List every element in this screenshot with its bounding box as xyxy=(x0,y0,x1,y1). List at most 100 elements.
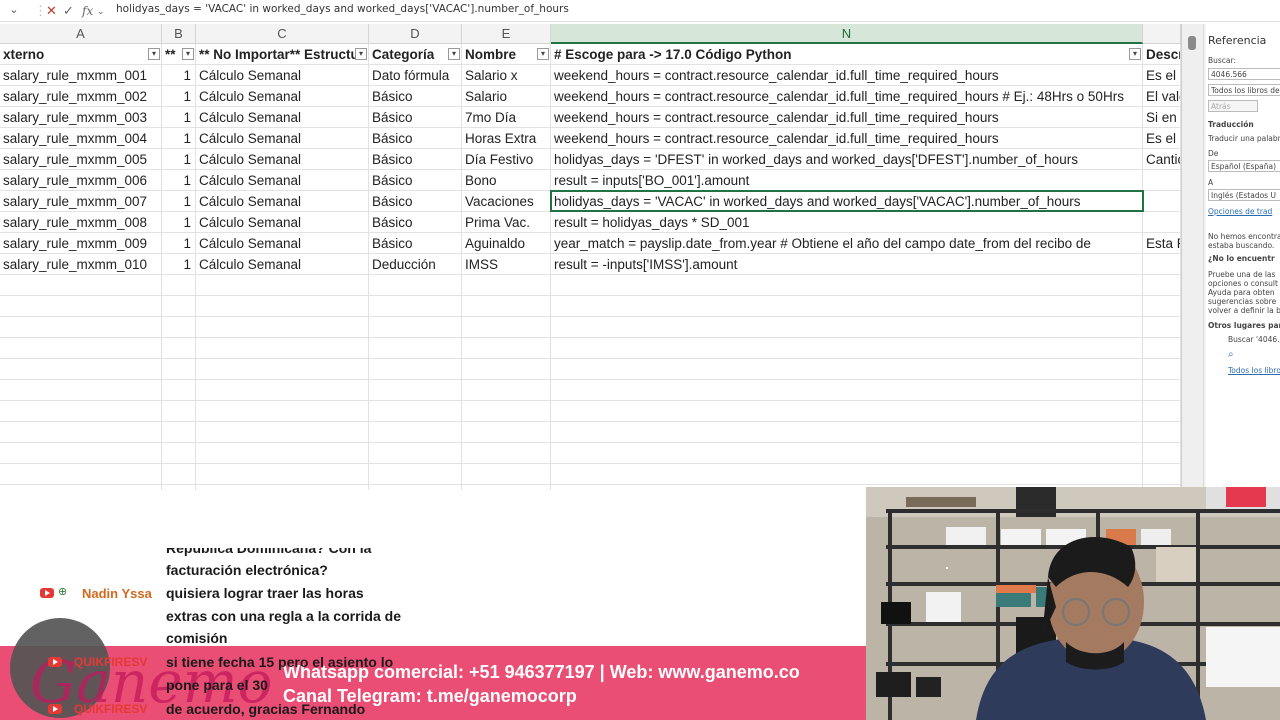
help-section[interactable]: ¿No lo encuentr xyxy=(1208,254,1275,263)
search-book-icon[interactable]: ⌕ xyxy=(1228,349,1234,360)
cell-col-b[interactable] xyxy=(162,443,196,464)
cell-col-a[interactable] xyxy=(0,275,162,296)
empty-row[interactable] xyxy=(0,464,1181,485)
cell-col-d[interactable] xyxy=(369,296,462,317)
cell-col-d[interactable] xyxy=(369,422,462,443)
cell-col-a[interactable] xyxy=(0,338,162,359)
table-row[interactable]: salary_rule_mxmm_002 1 Cálculo Semanal Bási… xyxy=(0,86,1181,107)
cell-col-b[interactable]: 1 xyxy=(162,149,196,170)
cell-col-a[interactable] xyxy=(0,380,162,401)
cell-col-e[interactable] xyxy=(462,422,551,443)
cell-col-o[interactable] xyxy=(1143,359,1181,380)
vertical-scrollbar[interactable] xyxy=(1182,24,1204,490)
cell-col-a[interactable]: salary_rule_mxmm_008 xyxy=(0,212,162,233)
cell-col-b[interactable]: 1 xyxy=(162,65,196,86)
spreadsheet-grid[interactable]: xterno ▾ ** ▾ ** No Importar** Estructu ▾ Cate… xyxy=(0,44,1181,490)
cell-col-d[interactable]: Básico xyxy=(369,128,462,149)
column-header-c[interactable]: C xyxy=(196,24,369,44)
table-row[interactable]: salary_rule_mxmm_007 1 Cálculo Semanal Bási… xyxy=(0,191,1181,212)
filter-dropdown-icon[interactable]: ▾ xyxy=(182,48,194,60)
table-row[interactable]: salary_rule_mxmm_010 1 Cálculo Semanal Dedu… xyxy=(0,254,1181,275)
cell-col-n[interactable] xyxy=(551,359,1143,380)
empty-row[interactable] xyxy=(0,422,1181,443)
cell-col-b[interactable]: 1 xyxy=(162,128,196,149)
cell-col-d[interactable]: Básico xyxy=(369,86,462,107)
cell-col-b[interactable]: 1 xyxy=(162,233,196,254)
translation-section[interactable]: Traducción xyxy=(1208,120,1254,129)
cell-col-n[interactable] xyxy=(551,401,1143,422)
cell-col-e[interactable]: Vacaciones xyxy=(462,191,551,212)
scrollbar-thumb[interactable] xyxy=(1188,36,1196,50)
cell-col-n[interactable] xyxy=(551,296,1143,317)
header-cell-col-o[interactable]: Descr xyxy=(1143,44,1181,65)
cell-col-c[interactable]: Cálculo Semanal xyxy=(196,128,369,149)
cell-col-b[interactable] xyxy=(162,317,196,338)
cell-col-b[interactable]: 1 xyxy=(162,254,196,275)
cell-col-e[interactable]: Salario xyxy=(462,86,551,107)
to-language-select[interactable]: Inglés (Estados U xyxy=(1208,189,1280,201)
cell-col-n[interactable] xyxy=(551,275,1143,296)
cell-col-a[interactable]: salary_rule_mxmm_003 xyxy=(0,107,162,128)
cell-col-e[interactable]: Horas Extra xyxy=(462,128,551,149)
cell-col-c[interactable]: Cálculo Semanal xyxy=(196,212,369,233)
cell-col-d[interactable] xyxy=(369,401,462,422)
filter-dropdown-icon[interactable]: ▾ xyxy=(355,48,367,60)
cell-col-o[interactable]: Es el r xyxy=(1143,128,1181,149)
cell-col-d[interactable] xyxy=(369,359,462,380)
cell-col-o[interactable] xyxy=(1143,191,1181,212)
empty-row[interactable] xyxy=(0,401,1181,422)
name-box-dropdown[interactable]: ⌄ xyxy=(0,1,28,19)
cell-col-b[interactable]: 1 xyxy=(162,107,196,128)
cell-col-o[interactable]: Si en xyxy=(1143,107,1181,128)
table-row[interactable]: salary_rule_mxmm_003 1 Cálculo Semanal Bási… xyxy=(0,107,1181,128)
cancel-icon[interactable]: ✕ xyxy=(46,2,57,20)
cell-col-d[interactable] xyxy=(369,275,462,296)
cell-col-a[interactable]: salary_rule_mxmm_005 xyxy=(0,149,162,170)
cell-col-d[interactable]: Básico xyxy=(369,107,462,128)
cell-col-a[interactable] xyxy=(0,443,162,464)
empty-row[interactable] xyxy=(0,338,1181,359)
cell-col-o[interactable] xyxy=(1143,275,1181,296)
cell-col-e[interactable]: Prima Vac. xyxy=(462,212,551,233)
cell-col-e[interactable] xyxy=(462,464,551,485)
empty-row[interactable] xyxy=(0,317,1181,338)
cell-col-c[interactable] xyxy=(196,443,369,464)
cell-col-b[interactable] xyxy=(162,380,196,401)
cell-col-c[interactable] xyxy=(196,464,369,485)
translation-options-link[interactable]: Opciones de trad xyxy=(1208,207,1272,216)
cell-col-c[interactable] xyxy=(196,296,369,317)
cell-col-o[interactable]: Esta R xyxy=(1143,233,1181,254)
cell-col-a[interactable] xyxy=(0,317,162,338)
back-button[interactable]: Atrás xyxy=(1208,100,1258,112)
cell-col-d[interactable] xyxy=(369,443,462,464)
cell-col-a[interactable] xyxy=(0,422,162,443)
cell-col-a[interactable] xyxy=(0,485,162,490)
cell-col-o[interactable]: El valo xyxy=(1143,86,1181,107)
cell-col-e[interactable] xyxy=(462,485,551,490)
cell-col-b[interactable]: 1 xyxy=(162,212,196,233)
cell-col-e[interactable] xyxy=(462,443,551,464)
table-row[interactable]: salary_rule_mxmm_005 1 Cálculo Semanal Bási… xyxy=(0,149,1181,170)
cell-col-c[interactable] xyxy=(196,359,369,380)
cell-col-d[interactable]: Básico xyxy=(369,170,462,191)
cell-col-a[interactable]: salary_rule_mxmm_004 xyxy=(0,128,162,149)
cell-col-o[interactable] xyxy=(1143,170,1181,191)
column-header-o[interactable] xyxy=(1143,24,1181,44)
filter-dropdown-icon[interactable]: ▾ xyxy=(1129,48,1141,60)
empty-row[interactable] xyxy=(0,443,1181,464)
cell-col-b[interactable]: 1 xyxy=(162,170,196,191)
cell-col-d[interactable]: Básico xyxy=(369,233,462,254)
cell-col-c[interactable] xyxy=(196,401,369,422)
column-header-n[interactable]: N xyxy=(551,24,1143,44)
enter-icon[interactable]: ✓ xyxy=(63,2,74,20)
cell-col-b[interactable] xyxy=(162,401,196,422)
formula-input[interactable]: holidyas_days = 'VACAC' in worked_days a… xyxy=(116,3,569,15)
cell-col-e[interactable] xyxy=(462,296,551,317)
from-language-select[interactable]: Español (España) xyxy=(1208,160,1280,172)
column-header-e[interactable]: E xyxy=(462,24,551,44)
cell-col-d[interactable]: Básico xyxy=(369,191,462,212)
cell-col-o[interactable] xyxy=(1143,296,1181,317)
cell-col-n[interactable] xyxy=(551,380,1143,401)
cell-col-b[interactable]: 1 xyxy=(162,86,196,107)
cell-col-o[interactable] xyxy=(1143,401,1181,422)
